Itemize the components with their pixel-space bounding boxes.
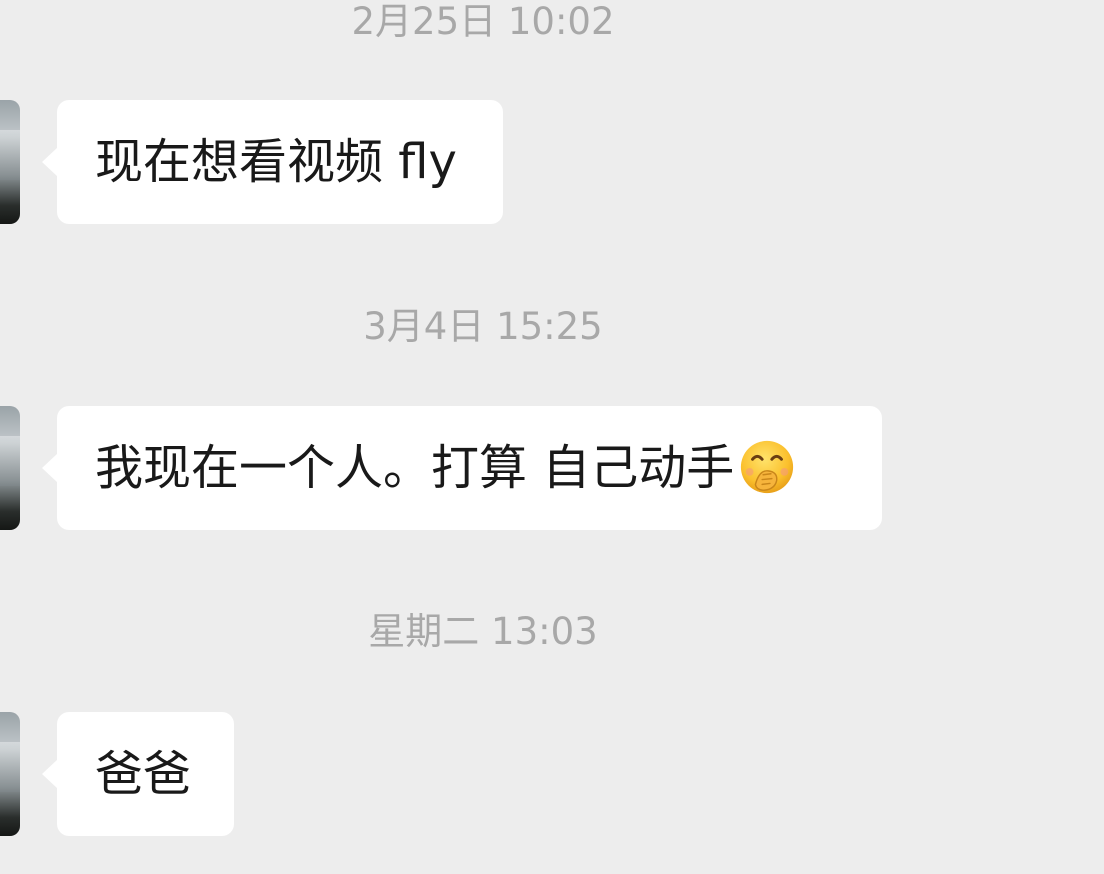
message-bubble[interactable]: 现在想看视频 fly xyxy=(57,100,503,224)
message-text: 爸爸 xyxy=(95,746,192,802)
message-bubble[interactable]: 爸爸 xyxy=(57,712,234,836)
bubble-tail xyxy=(42,147,58,177)
message-bubble[interactable]: 我现在一个人。打算 自己动手 xyxy=(57,406,882,530)
avatar[interactable] xyxy=(0,100,20,224)
avatar[interactable] xyxy=(0,712,20,836)
avatar[interactable] xyxy=(0,406,20,530)
hand-over-mouth-emoji-icon xyxy=(741,440,794,494)
message-text: 我现在一个人。打算 自己动手 xyxy=(95,440,735,496)
timestamp: 3月4日 15:25 xyxy=(363,305,603,348)
bubble-tail xyxy=(42,453,58,483)
timestamp: 2月25日 10:02 xyxy=(351,0,615,43)
bubble-tail xyxy=(42,759,58,789)
message-text: 现在想看视频 fly xyxy=(95,134,457,190)
timestamp: 星期二 13:03 xyxy=(368,610,598,653)
